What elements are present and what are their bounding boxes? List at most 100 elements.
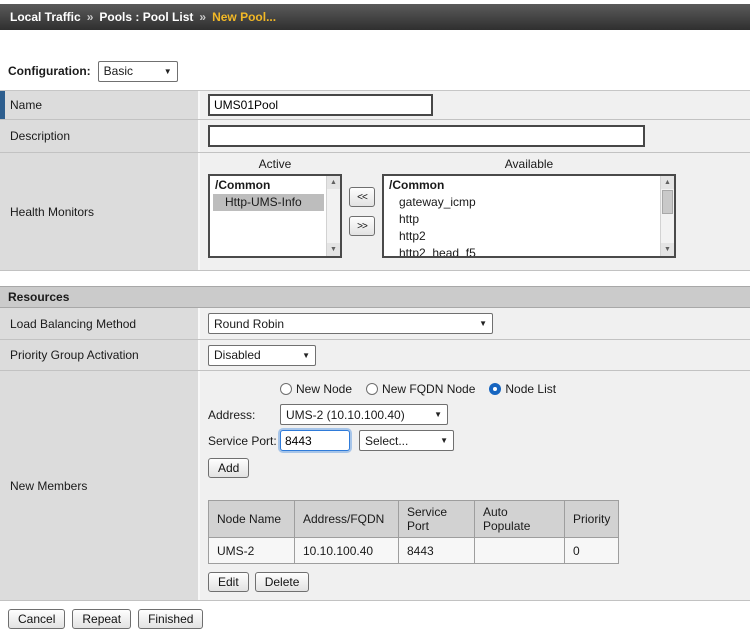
configuration-row: Configuration: Basic ▼ xyxy=(8,60,750,82)
active-monitors-listbox[interactable]: /Common Http-UMS-Info ▲ ▼ xyxy=(208,174,342,258)
breadcrumb-separator-icon: » xyxy=(87,10,94,24)
chevron-down-icon: ▼ xyxy=(164,67,172,76)
health-monitors-lists: /Common Http-UMS-Info ▲ ▼ << >> /Common xyxy=(208,174,742,258)
header-spacer xyxy=(342,157,382,171)
members-header-address: Address/FQDN xyxy=(295,501,399,538)
member-node-name: UMS-2 xyxy=(209,538,295,564)
monitor-group-common: /Common xyxy=(387,177,658,194)
radio-node-list[interactable]: Node List xyxy=(489,382,556,396)
name-input[interactable] xyxy=(208,94,433,116)
service-port-select[interactable]: Select... ▼ xyxy=(359,430,454,451)
available-list-scrollbar[interactable]: ▲ ▼ xyxy=(660,176,674,256)
priority-group-label: Priority Group Activation xyxy=(0,340,200,370)
health-monitors-label: Health Monitors xyxy=(0,153,200,270)
chevron-down-icon: ▼ xyxy=(302,351,310,360)
description-label: Description xyxy=(0,120,200,152)
cancel-button[interactable]: Cancel xyxy=(8,609,65,629)
breadcrumb: Local Traffic » Pools : Pool List » New … xyxy=(0,4,750,30)
load-balancing-row: Load Balancing Method Round Robin ▼ xyxy=(0,308,750,340)
members-header-auto-populate: Auto Populate xyxy=(475,501,565,538)
active-monitor-item[interactable]: Http-UMS-Info xyxy=(213,194,324,211)
breadcrumb-pool-list[interactable]: Pools : Pool List xyxy=(99,10,193,24)
service-port-label: Service Port: xyxy=(208,434,280,448)
service-port-select-value: Select... xyxy=(365,434,408,448)
delete-member-button[interactable]: Delete xyxy=(255,572,310,592)
name-label: Name xyxy=(0,91,200,119)
form-footer: Cancel Repeat Finished xyxy=(8,609,750,629)
description-row: Description xyxy=(0,120,750,153)
available-list-header: Available xyxy=(382,157,676,171)
configuration-select-value: Basic xyxy=(104,64,133,78)
breadcrumb-local-traffic[interactable]: Local Traffic xyxy=(10,10,81,24)
chevron-down-icon: ▼ xyxy=(434,410,442,419)
radio-new-fqdn-node[interactable]: New FQDN Node xyxy=(366,382,475,396)
repeat-button[interactable]: Repeat xyxy=(72,609,131,629)
resources-form: Load Balancing Method Round Robin ▼ Prio… xyxy=(0,308,750,601)
health-monitors-headers: Active Available xyxy=(208,157,742,171)
priority-group-select[interactable]: Disabled ▼ xyxy=(208,345,316,366)
configuration-label: Configuration: xyxy=(8,64,91,78)
scrollbar-thumb[interactable] xyxy=(662,190,673,214)
radio-selected-icon[interactable] xyxy=(489,383,501,395)
node-type-radio-group: New Node New FQDN Node Node List xyxy=(280,382,742,396)
scroll-down-icon[interactable]: ▼ xyxy=(661,243,675,256)
chevron-down-icon: ▼ xyxy=(479,319,487,328)
radio-new-node[interactable]: New Node xyxy=(280,382,352,396)
available-monitors-items: /Common gateway_icmp http http2 http2_he… xyxy=(384,176,674,258)
new-members-label: New Members xyxy=(0,371,200,600)
radio-icon[interactable] xyxy=(280,383,292,395)
move-to-available-button[interactable]: >> xyxy=(349,216,375,236)
available-monitor-item[interactable]: gateway_icmp xyxy=(387,194,658,211)
member-service-port: 8443 xyxy=(399,538,475,564)
name-content xyxy=(200,91,750,119)
service-port-field-row: Service Port: Select... ▼ xyxy=(208,430,742,451)
available-monitor-item[interactable]: http xyxy=(387,211,658,228)
monitor-move-buttons: << >> xyxy=(342,187,382,236)
active-list-header: Active xyxy=(208,157,342,171)
breadcrumb-current-page: New Pool... xyxy=(212,10,276,24)
address-select[interactable]: UMS-2 (10.10.100.40) ▼ xyxy=(280,404,448,425)
priority-group-select-value: Disabled xyxy=(214,348,261,362)
radio-new-fqdn-node-label: New FQDN Node xyxy=(382,382,475,396)
available-monitor-item[interactable]: http2_head_f5 xyxy=(387,245,658,258)
load-balancing-select-value: Round Robin xyxy=(214,317,284,331)
address-select-value: UMS-2 (10.10.100.40) xyxy=(286,408,405,422)
members-header-node-name: Node Name xyxy=(209,501,295,538)
members-table-row[interactable]: UMS-2 10.10.100.40 8443 0 xyxy=(209,538,619,564)
members-header-priority: Priority xyxy=(565,501,619,538)
member-priority: 0 xyxy=(565,538,619,564)
scroll-down-icon[interactable]: ▼ xyxy=(327,243,341,256)
members-table: Node Name Address/FQDN Service Port Auto… xyxy=(208,500,619,564)
monitor-group-common: /Common xyxy=(213,177,324,194)
service-port-input[interactable] xyxy=(280,430,350,451)
health-monitors-row: Health Monitors Active Available /Common… xyxy=(0,153,750,271)
radio-node-list-label: Node List xyxy=(505,382,556,396)
address-field-row: Address: UMS-2 (10.10.100.40) ▼ xyxy=(208,404,742,425)
new-members-content: New Node New FQDN Node Node List Address… xyxy=(200,371,750,600)
load-balancing-label: Load Balancing Method xyxy=(0,308,200,339)
scroll-up-icon[interactable]: ▲ xyxy=(661,176,675,189)
new-members-row: New Members New Node New FQDN Node Node … xyxy=(0,371,750,601)
description-input[interactable] xyxy=(208,125,645,147)
chevron-down-icon: ▼ xyxy=(440,436,448,445)
active-monitors-items: /Common Http-UMS-Info xyxy=(210,176,340,212)
priority-group-content: Disabled ▼ xyxy=(200,340,750,370)
configuration-select[interactable]: Basic ▼ xyxy=(98,61,178,82)
active-list-scrollbar[interactable]: ▲ ▼ xyxy=(326,176,340,256)
member-actions: Edit Delete xyxy=(208,572,742,592)
description-content xyxy=(200,120,750,152)
radio-new-node-label: New Node xyxy=(296,382,352,396)
finished-button[interactable]: Finished xyxy=(138,609,203,629)
members-table-header-row: Node Name Address/FQDN Service Port Auto… xyxy=(209,501,619,538)
radio-icon[interactable] xyxy=(366,383,378,395)
edit-member-button[interactable]: Edit xyxy=(208,572,249,592)
move-to-active-button[interactable]: << xyxy=(349,187,375,207)
load-balancing-content: Round Robin ▼ xyxy=(200,308,750,339)
breadcrumb-separator-icon: » xyxy=(199,10,206,24)
available-monitor-item[interactable]: http2 xyxy=(387,228,658,245)
add-member-button[interactable]: Add xyxy=(208,458,249,478)
name-row: Name xyxy=(0,91,750,120)
available-monitors-listbox[interactable]: /Common gateway_icmp http http2 http2_he… xyxy=(382,174,676,258)
load-balancing-select[interactable]: Round Robin ▼ xyxy=(208,313,493,334)
scroll-up-icon[interactable]: ▲ xyxy=(327,176,341,189)
